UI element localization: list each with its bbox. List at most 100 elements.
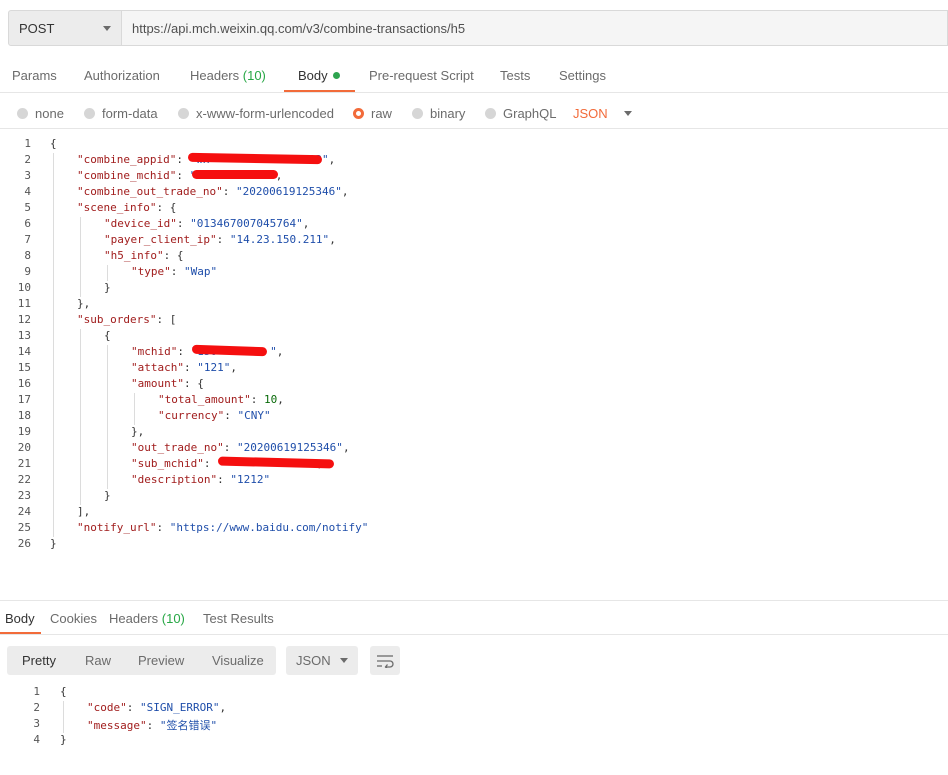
indent-guide xyxy=(134,393,135,409)
json-string: "121" xyxy=(197,361,231,374)
json-punctuation: : { xyxy=(163,249,184,262)
code-line: "description": "1212" xyxy=(131,473,270,486)
line-number: 5 xyxy=(24,201,31,214)
response-tab-body[interactable]: Body xyxy=(5,611,35,626)
response-view-mode: Pretty Raw Preview Visualize xyxy=(7,646,276,675)
request-body-editor[interactable]: 1{2"combine_appid": "wx 5262c93",3"combi… xyxy=(0,137,948,557)
body-format-select[interactable]: JSON xyxy=(573,106,632,121)
view-preview-button[interactable]: Preview xyxy=(138,653,184,668)
json-punctuation: , xyxy=(230,361,237,374)
body-type-form-data[interactable]: form-data xyxy=(84,106,158,121)
view-raw-button[interactable]: Raw xyxy=(85,653,111,668)
wrap-lines-button[interactable] xyxy=(370,646,400,675)
line-number: 18 xyxy=(17,409,31,422)
body-type-none[interactable]: none xyxy=(17,106,64,121)
indent-guide xyxy=(80,425,81,441)
code-line: "currency": "CNY" xyxy=(158,409,271,422)
line-number: 1 xyxy=(33,685,40,698)
json-punctuation: , xyxy=(329,233,336,246)
tab-headers[interactable]: Headers (10) xyxy=(190,68,266,83)
body-type-graphql-label: GraphQL xyxy=(503,106,557,121)
indent-guide xyxy=(107,361,108,377)
indent-guide xyxy=(80,377,81,393)
json-key: "device_id" xyxy=(104,217,177,230)
code-line: } xyxy=(60,733,67,746)
code-line: } xyxy=(104,489,111,502)
url-input[interactable]: https://api.mch.weixin.qq.com/v3/combine… xyxy=(122,10,948,46)
tab-body[interactable]: Body xyxy=(298,68,340,83)
body-type-urlencoded[interactable]: x-www-form-urlencoded xyxy=(178,106,334,121)
indent-guide xyxy=(53,409,54,425)
response-tab-cookies[interactable]: Cookies xyxy=(50,611,97,626)
tab-params[interactable]: Params xyxy=(12,68,57,83)
json-punctuation: } xyxy=(104,489,111,502)
tab-settings[interactable]: Settings xyxy=(559,68,606,83)
json-punctuation: , xyxy=(328,153,336,166)
indent-guide xyxy=(53,489,54,505)
tab-prerequest-script[interactable]: Pre-request Script xyxy=(369,68,474,83)
indent-guide xyxy=(107,409,108,425)
code-line: "scene_info": { xyxy=(77,201,176,214)
response-tab-test-results[interactable]: Test Results xyxy=(203,611,274,626)
body-type-graphql[interactable]: GraphQL xyxy=(485,106,556,121)
indent-guide xyxy=(107,393,108,409)
line-number: 22 xyxy=(17,473,31,486)
json-punctuation: : xyxy=(250,393,264,406)
line-number: 26 xyxy=(17,537,31,550)
json-punctuation: : xyxy=(217,473,231,486)
view-visualize-button[interactable]: Visualize xyxy=(212,653,264,668)
indent-guide xyxy=(53,313,54,329)
json-punctuation: , xyxy=(276,345,284,358)
json-key: "scene_info" xyxy=(77,201,157,214)
json-punctuation: : xyxy=(170,265,184,278)
json-punctuation: : xyxy=(176,217,191,230)
body-type-binary[interactable]: binary xyxy=(412,106,465,121)
body-type-raw[interactable]: raw xyxy=(353,106,392,121)
response-tab-headers-label: Headers xyxy=(109,611,159,626)
request-url-bar: POST https://api.mch.weixin.qq.com/v3/co… xyxy=(8,10,948,48)
json-key: "attach" xyxy=(131,361,184,374)
json-key: "h5_info" xyxy=(104,249,164,262)
json-punctuation: }, xyxy=(131,425,145,438)
line-number: 14 xyxy=(17,345,31,358)
radio-icon xyxy=(412,108,423,119)
tab-authorization[interactable]: Authorization xyxy=(84,68,160,83)
indent-guide xyxy=(80,233,81,249)
response-format-select[interactable]: JSON xyxy=(286,646,358,675)
response-format-label: JSON xyxy=(296,653,331,668)
radio-icon xyxy=(84,108,95,119)
response-tabs: Body Cookies Headers (10) Test Results xyxy=(0,600,948,635)
json-punctuation: } xyxy=(60,733,67,746)
line-number: 9 xyxy=(24,265,31,278)
json-key: "message" xyxy=(87,719,147,732)
headers-count-badge: (10) xyxy=(242,68,266,83)
code-line: }, xyxy=(131,425,144,438)
json-punctuation: : xyxy=(222,185,236,198)
indent-guide xyxy=(80,409,81,425)
code-line: "code": "SIGN_ERROR", xyxy=(87,701,226,714)
code-line: "combine_out_trade_no": "20200619125346"… xyxy=(77,185,349,198)
indent-guide xyxy=(80,281,81,297)
response-body-viewer[interactable]: 1 {2 "code": "SIGN_ERROR", 3 "message": "签名错… xyxy=(0,685,948,755)
indent-guide xyxy=(53,281,54,297)
json-string: "https://www.baidu.com/notify" xyxy=(169,521,369,534)
line-number: 23 xyxy=(17,489,31,502)
json-string: "Wap" xyxy=(184,265,218,278)
json-key: "sub_orders" xyxy=(77,313,157,326)
indent-guide xyxy=(107,377,108,393)
code-line: "payer_client_ip": "14.23.150.211", xyxy=(104,233,336,246)
chevron-down-icon xyxy=(103,25,111,31)
indent-guide xyxy=(53,249,54,265)
json-punctuation: ], xyxy=(77,505,91,518)
view-pretty-button[interactable]: Pretty xyxy=(22,653,56,668)
response-tab-headers[interactable]: Headers (10) xyxy=(109,611,185,626)
tab-tests[interactable]: Tests xyxy=(500,68,530,83)
json-key: "notify_url" xyxy=(77,521,157,534)
code-line: "amount": { xyxy=(131,377,204,390)
method-select[interactable]: POST xyxy=(8,10,122,46)
body-type-none-label: none xyxy=(35,106,64,121)
line-number: 2 xyxy=(24,153,31,166)
json-key: "currency" xyxy=(158,409,225,422)
json-punctuation: : xyxy=(176,169,190,182)
json-punctuation: : [ xyxy=(156,313,177,326)
